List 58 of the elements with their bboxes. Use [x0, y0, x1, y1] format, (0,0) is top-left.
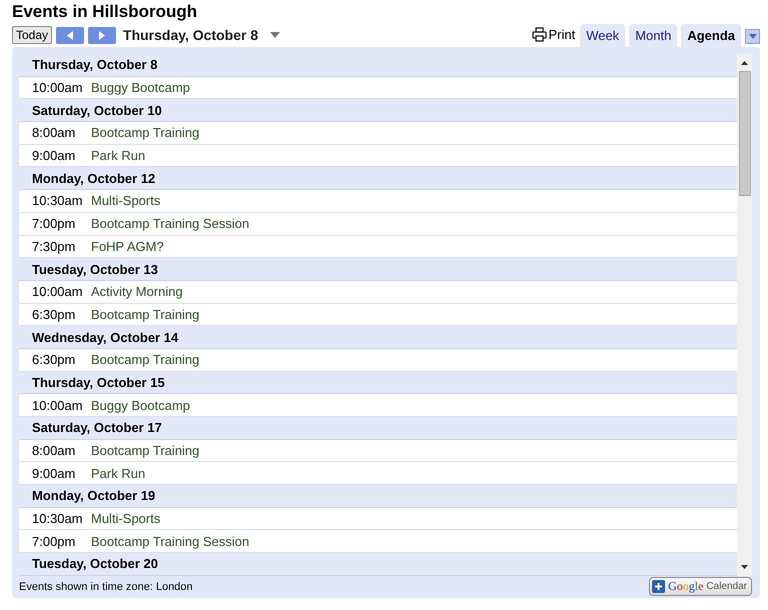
- view-tab[interactable]: Week: [580, 24, 626, 47]
- event-title[interactable]: Bootcamp Training Session: [91, 216, 250, 232]
- add-calendar-button[interactable]: Google Calendar: [649, 577, 752, 596]
- event-title[interactable]: Bootcamp Training: [91, 125, 200, 140]
- dropdown-icon[interactable]: [270, 32, 280, 38]
- day-header: Saturday, October 10: [19, 99, 737, 122]
- plus-icon: [652, 580, 666, 594]
- calendar-title: Events in Hillsborough: [12, 2, 198, 22]
- previous-button[interactable]: [56, 26, 84, 44]
- event-time: 6:30pm: [32, 352, 76, 368]
- event-title[interactable]: FoHP AGM?: [91, 238, 164, 254]
- event-title[interactable]: Buggy Bootcamp: [91, 80, 190, 96]
- day-header: Monday, October 19: [19, 485, 737, 508]
- event-time: 10:30am: [32, 193, 84, 208]
- event-title[interactable]: Buggy Bootcamp: [91, 398, 190, 413]
- current-date: Thursday, October 8: [123, 27, 258, 43]
- today-button[interactable]: Today: [12, 26, 52, 44]
- event-time: 10:00am: [32, 80, 84, 96]
- right-arrow-icon: [99, 30, 106, 40]
- event-time: 10:00am: [32, 398, 84, 413]
- day-header: Tuesday, October 20: [19, 553, 737, 576]
- scrollbar-thumb[interactable]: [738, 71, 750, 196]
- print-link[interactable]: Print: [532, 27, 576, 47]
- view-tab[interactable]: Agenda: [681, 24, 741, 47]
- day-header: Thursday, October 8: [19, 54, 737, 77]
- event-time: 10:00am: [32, 284, 84, 300]
- menu-button[interactable]: [745, 29, 760, 44]
- day-header: Monday, October 12: [19, 167, 737, 190]
- event-title[interactable]: Bootcamp Training: [91, 306, 200, 322]
- event-title[interactable]: Bootcamp Training: [91, 443, 200, 458]
- event-title[interactable]: Multi-Sports: [91, 511, 160, 526]
- day-header: Saturday, October 17: [19, 417, 737, 440]
- event-time: 6:30pm: [32, 306, 76, 322]
- event-time: 9:00am: [32, 466, 76, 481]
- event-time: 8:00am: [32, 125, 76, 140]
- event-time: 10:30am: [32, 511, 84, 526]
- next-button[interactable]: [88, 26, 116, 44]
- event-time: 8:00am: [32, 443, 76, 458]
- event-time: 7:00pm: [32, 216, 76, 232]
- event-title[interactable]: Activity Morning: [91, 284, 183, 300]
- event-title[interactable]: Multi-Sports: [91, 193, 160, 208]
- event-title[interactable]: Park Run: [91, 466, 146, 481]
- event-title[interactable]: Bootcamp Training: [91, 352, 200, 368]
- up-arrow-icon: [741, 60, 748, 64]
- day-header: Thursday, October 15: [19, 372, 737, 394]
- caret-icon: [748, 34, 756, 39]
- day-header: Tuesday, October 13: [19, 258, 737, 281]
- view-tab[interactable]: Month: [629, 24, 678, 47]
- left-arrow-icon: [67, 30, 74, 40]
- event-time: 7:30pm: [32, 238, 76, 254]
- printer-icon: [532, 27, 548, 42]
- event-time: 9:00am: [32, 148, 76, 164]
- down-arrow-icon: [741, 565, 748, 570]
- timezone-note: Events shown in time zone: London: [19, 580, 193, 593]
- event-title[interactable]: Bootcamp Training Session: [91, 534, 250, 549]
- event-title[interactable]: Park Run: [91, 148, 146, 164]
- event-time: 7:00pm: [32, 534, 76, 549]
- day-header: Wednesday, October 14: [19, 326, 737, 349]
